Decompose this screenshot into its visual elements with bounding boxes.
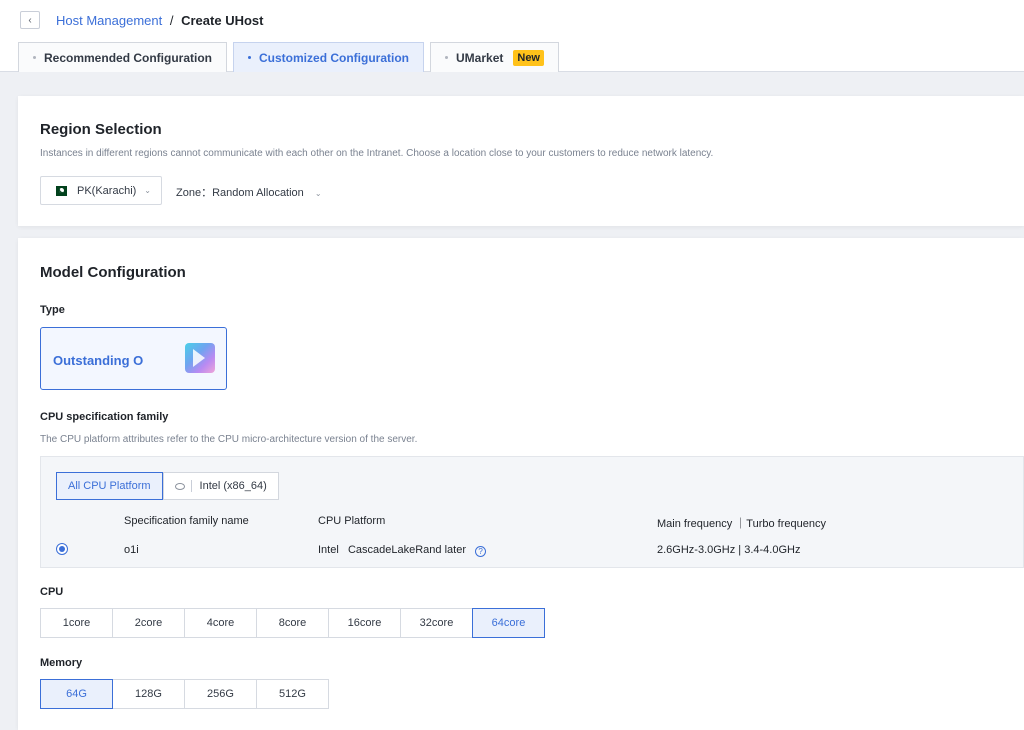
chevron-down-icon: ⌄ [314,189,322,198]
new-badge: New [513,49,544,66]
platform-vendor: Intel [318,544,339,556]
region-dropdown[interactable]: PK(Karachi) ⌄ [40,176,162,205]
tab-label: Recommended Configuration [44,50,213,65]
breadcrumb: Host Management / Create UHost [56,13,263,28]
frequency-cell: 2.6GHz-3.0GHz | 3.4-4.0GHz [657,544,801,556]
platform-arch: CascadeLakeRand later [347,544,466,556]
column-header-frequency: Main frequency ｜Turbo frequency [657,518,826,530]
tab-all-cpu-platform[interactable]: All CPU Platform [56,472,163,500]
cpu-family-description: The CPU platform attributes refer to the… [40,434,418,445]
config-tabs: Recommended Configuration Customized Con… [18,42,565,72]
memory-option-64g[interactable]: 64G [40,679,113,709]
memory-selector: 64G 128G 256G 512G [40,679,329,709]
tab-dot [248,56,252,59]
page-header: ‹ Host Management / Create UHost Recomme… [0,0,1024,72]
family-name-cell: o1i [124,544,139,556]
type-option-label: Outstanding O [53,353,144,368]
region-section-title: Region Selection [40,121,162,138]
tab-intel-x86-64[interactable]: Intel (x86_64) [162,472,279,500]
region-selection-card: Region Selection Instances in different … [18,96,1024,226]
memory-option-128g[interactable]: 128G [112,679,185,709]
cpu-option-32core[interactable]: 32core [400,608,473,638]
family-radio-o1i[interactable] [56,543,68,555]
cpu-core-selector: 1core 2core 4core 8core 16core 32core 64… [40,608,545,638]
cpu-option-2core[interactable]: 2core [112,608,185,638]
model-configuration-card: Model Configuration Type Outstanding O C… [18,238,1024,730]
back-button[interactable]: ‹ [20,11,40,29]
model-section-title: Model Configuration [40,264,186,281]
cpu-platform-panel: All CPU Platform Intel (x86_64) Specific… [40,456,1024,568]
memory-option-512g[interactable]: 512G [256,679,329,709]
type-label: Type [40,304,65,316]
tab-dot [445,56,449,59]
tab-recommended-configuration[interactable]: Recommended Configuration [18,42,228,72]
chevron-down-icon: ⌄ [144,186,151,195]
pakistan-flag-icon [53,185,67,196]
ptab-label: All CPU Platform [68,480,151,492]
cpu-option-1core[interactable]: 1core [40,608,113,638]
cpu-option-16core[interactable]: 16core [328,608,401,638]
intel-logo-icon [174,482,185,490]
tab-dot [33,56,36,59]
cpu-platform-cell: Intel CascadeLakeRand later ? [318,544,487,557]
cpu-family-label: CPU specification family [40,411,169,423]
region-description: Instances in different regions cannot co… [40,148,714,159]
breadcrumb-separator: / [169,13,174,28]
memory-option-256g[interactable]: 256G [184,679,257,709]
tab-label: UMarket [456,50,504,65]
outstanding-o-logo-icon [185,343,215,373]
tab-umarket[interactable]: UMarket New [430,42,559,72]
tab-label: Customized Configuration [259,50,410,65]
ptab-label: Intel (x86_64) [199,480,267,492]
cpu-platform-tabs: All CPU Platform Intel (x86_64) [56,472,279,500]
breadcrumb-current: Create UHost [181,13,264,28]
cpu-option-4core[interactable]: 4core [184,608,257,638]
region-selected-value: PK(Karachi) [77,184,137,197]
zone-value: Zone：Random Allocation [176,187,304,199]
help-icon[interactable]: ? [475,546,487,557]
chevron-left-icon: ‹ [28,14,32,26]
column-header-cpu-platform: CPU Platform [318,515,386,527]
zone-dropdown[interactable]: Zone：Random Allocation ⌄ [176,184,322,200]
breadcrumb-link-host-management[interactable]: Host Management [56,13,162,28]
column-header-family-name: Specification family name [124,515,249,527]
memory-label: Memory [40,657,83,669]
cpu-label: CPU [40,586,64,598]
cpu-option-8core[interactable]: 8core [256,608,329,638]
tab-customized-configuration[interactable]: Customized Configuration [233,42,425,72]
cpu-option-64core[interactable]: 64core [472,608,545,638]
type-option-outstanding-o[interactable]: Outstanding O [40,327,227,390]
divider [190,480,192,492]
